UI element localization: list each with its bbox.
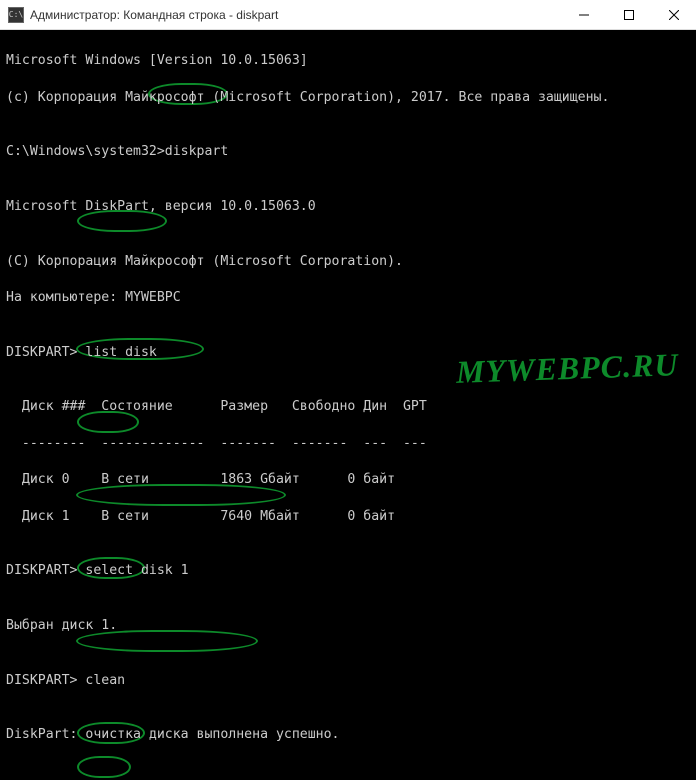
window-controls: [561, 0, 696, 29]
cmd-icon: C:\: [8, 7, 24, 23]
output-line: Выбран диск 1.: [6, 617, 690, 635]
output-line: Microsoft Windows [Version 10.0.15063]: [6, 52, 690, 70]
prompt-line: DISKPART> clean: [6, 672, 690, 690]
terminal-output[interactable]: Microsoft Windows [Version 10.0.15063] (…: [0, 30, 696, 780]
table-divider: -------- ------------- ------- ------- -…: [6, 435, 690, 453]
table-row: Диск 1 В сети 7640 Mбайт 0 байт: [6, 508, 690, 526]
table-header: Диск ### Состояние Размер Свободно Дин G…: [6, 398, 690, 416]
output-line: (C) Корпорация Майкрософт (Microsoft Cor…: [6, 253, 690, 271]
output-line: DiskPart: очистка диска выполнена успешн…: [6, 726, 690, 744]
output-line: На компьютере: MYWEBPC: [6, 289, 690, 307]
prompt-line: C:\Windows\system32>diskpart: [6, 143, 690, 161]
window-titlebar: C:\ Администратор: Командная строка - di…: [0, 0, 696, 30]
output-line: Microsoft DiskPart, версия 10.0.15063.0: [6, 198, 690, 216]
output-line: (c) Корпорация Майкрософт (Microsoft Cor…: [6, 89, 690, 107]
minimize-button[interactable]: [561, 0, 606, 30]
table-row: Диск 0 В сети 1863 Gбайт 0 байт: [6, 471, 690, 489]
maximize-button[interactable]: [606, 0, 651, 30]
window-title: Администратор: Командная строка - diskpa…: [30, 8, 561, 22]
prompt-line: DISKPART> select disk 1: [6, 562, 690, 580]
prompt-line: DISKPART> list disk: [6, 344, 690, 362]
annotation-circle: [77, 756, 131, 778]
close-button[interactable]: [651, 0, 696, 30]
